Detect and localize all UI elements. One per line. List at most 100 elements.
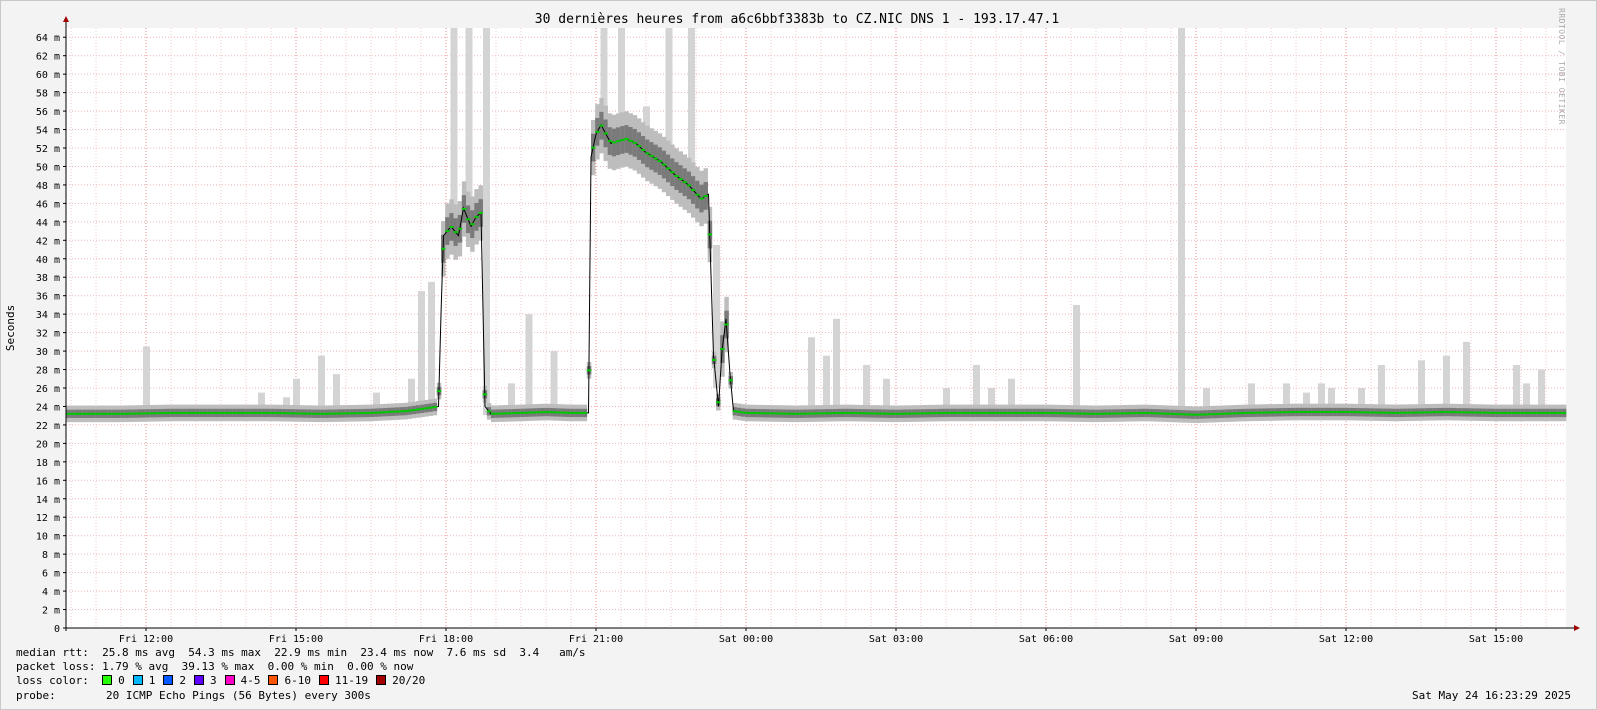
- median-rtt-segment: [1357, 411, 1363, 414]
- median-rtt-segment: [1557, 411, 1563, 414]
- median-rtt-segment: [399, 410, 404, 413]
- median-rtt-segment: [1561, 411, 1567, 414]
- median-rtt-segment: [1066, 412, 1071, 415]
- loss-color-swatch: [132, 675, 143, 685]
- median-rtt-segment: [1195, 413, 1200, 416]
- median-rtt-segment: [1220, 412, 1225, 415]
- x-tick-label: Fri 12:00: [119, 634, 173, 645]
- median-rtt-segment: [941, 411, 946, 414]
- median-rtt-segment: [499, 412, 504, 415]
- median-rtt-segment: [961, 411, 967, 414]
- x-tick-label: Sat 03:00: [869, 634, 923, 645]
- median-rtt-segment: [295, 412, 300, 415]
- median-rtt-segment: [232, 411, 238, 414]
- median-rtt-segment: [1411, 411, 1417, 414]
- median-rtt-segment: [211, 411, 217, 414]
- median-rtt-segment: [1224, 412, 1229, 415]
- x-tick-label: Sat 06:00: [1019, 634, 1073, 645]
- median-rtt-segment: [241, 411, 246, 414]
- loss-color-label: 4-5: [240, 674, 261, 687]
- median-rtt-segment: [1391, 411, 1396, 414]
- median-rtt-segment: [878, 412, 883, 415]
- median-rtt-segment: [182, 411, 188, 414]
- median-rtt-segment: [1345, 411, 1350, 414]
- median-rtt-segment: [436, 390, 442, 393]
- median-rtt-segment: [578, 411, 583, 414]
- median-rtt-segment: [316, 412, 321, 415]
- smoke-spike: [525, 314, 533, 421]
- median-rtt-segment: [603, 132, 608, 135]
- median-rtt-segment: [728, 379, 733, 382]
- median-rtt-segment: [903, 412, 908, 415]
- median-rtt-segment: [270, 411, 275, 414]
- median-rtt-segment: [266, 411, 271, 414]
- median-rtt-segment: [107, 412, 113, 415]
- median-rtt-segment: [1028, 411, 1033, 414]
- median-rtt-segment: [566, 411, 571, 414]
- median-rtt-segment: [286, 412, 292, 415]
- median-rtt-segment: [95, 412, 100, 415]
- median-rtt-segment: [845, 411, 850, 414]
- median-rtt-segment: [186, 411, 192, 414]
- median-rtt-segment: [1132, 412, 1138, 415]
- median-rtt-segment: [1516, 411, 1521, 414]
- median-rtt-segment: [99, 412, 104, 415]
- x-tick-label: Fri 21:00: [569, 634, 623, 645]
- median-rtt-segment: [191, 411, 196, 414]
- median-rtt-segment: [974, 411, 979, 414]
- median-rtt-segment: [1207, 413, 1213, 416]
- y-tick-label: 24 m: [36, 402, 60, 413]
- median-rtt-segment: [1191, 413, 1196, 416]
- median-rtt-segment: [1249, 411, 1254, 414]
- median-rtt-segment: [674, 175, 679, 177]
- median-rtt-segment: [1486, 411, 1492, 414]
- median-rtt-segment: [1328, 411, 1333, 413]
- median-rtt-segment: [936, 412, 942, 415]
- median-rtt-segment: [332, 412, 338, 415]
- loss-color-label: 1: [148, 674, 156, 687]
- median-rtt-segment: [1466, 411, 1471, 414]
- median-rtt-segment: [111, 412, 117, 415]
- median-rtt-segment: [1303, 411, 1308, 413]
- y-tick-label: 28 m: [36, 366, 60, 377]
- median-rtt-segment: [507, 412, 513, 415]
- median-rtt-segment: [449, 225, 454, 228]
- loss-color-swatch: [102, 675, 113, 685]
- median-rtt-segment: [1270, 411, 1275, 414]
- median-rtt-segment: [341, 412, 346, 415]
- median-rtt-segment: [1495, 411, 1500, 414]
- median-rtt-segment: [291, 412, 296, 415]
- median-rtt-segment: [732, 410, 738, 413]
- median-rtt-segment: [224, 411, 229, 414]
- median-rtt-segment: [1241, 412, 1246, 415]
- loss-color-item: 6-10: [268, 674, 311, 687]
- median-rtt-segment: [653, 157, 658, 160]
- median-rtt-segment: [432, 406, 438, 409]
- median-rtt-segment: [582, 411, 588, 414]
- median-rtt-segment: [361, 412, 367, 415]
- median-rtt-segment: [1041, 411, 1046, 414]
- smoke-spike: [418, 291, 425, 417]
- median-rtt-segment: [1299, 411, 1304, 413]
- median-rtt-segment: [624, 137, 629, 140]
- median-rtt-segment: [666, 167, 671, 170]
- median-rtt-segment: [1124, 412, 1129, 415]
- median-rtt-segment: [470, 223, 475, 226]
- median-rtt-segment: [703, 194, 708, 197]
- median-rtt-segment: [1007, 411, 1013, 414]
- median-rtt-segment: [761, 412, 767, 415]
- legend-median-rtt: median rtt: 25.8 ms avg 54.3 ms max 22.9…: [16, 646, 586, 660]
- median-rtt-segment: [1478, 411, 1483, 414]
- median-rtt-segment: [1166, 412, 1171, 415]
- median-rtt-segment: [591, 146, 596, 149]
- median-rtt-segment: [474, 215, 479, 218]
- median-rtt-segment: [557, 411, 563, 414]
- median-rtt-segment: [166, 411, 171, 414]
- legend-packet-loss-values: 1.79 % avg 39.13 % max 0.00 % min 0.00 %…: [102, 660, 414, 673]
- median-rtt-segment: [524, 411, 529, 414]
- median-rtt-segment: [1470, 411, 1475, 414]
- median-rtt-segment: [1178, 413, 1183, 416]
- median-rtt-segment: [741, 411, 746, 414]
- median-rtt-segment: [611, 141, 617, 144]
- median-rtt-segment: [799, 412, 804, 415]
